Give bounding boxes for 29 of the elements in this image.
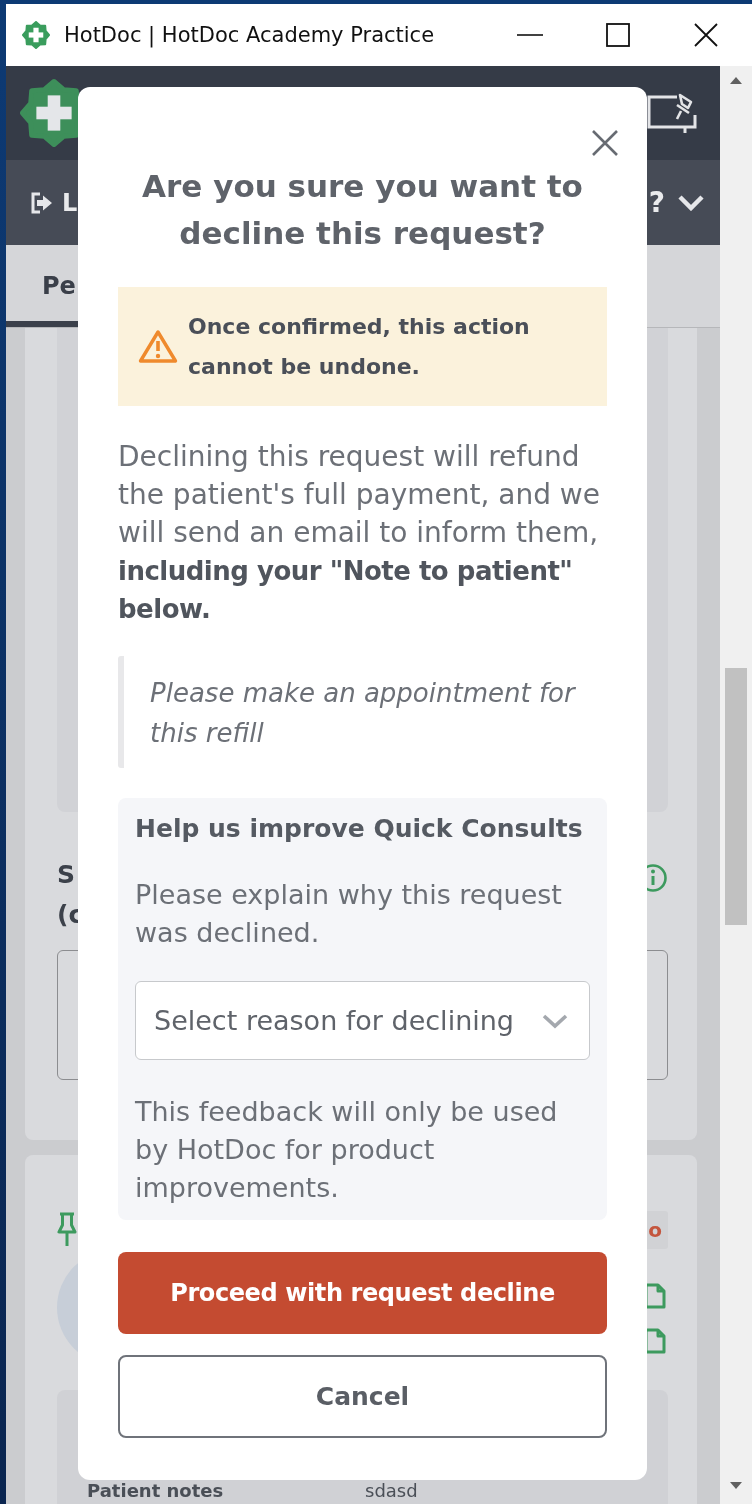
warning-text: Once confirmed, this action cannot be undone.	[188, 312, 531, 381]
dialog-title: Are you sure you want to decline this request?	[141, 167, 584, 253]
field-label: S	[57, 859, 75, 891]
feedback-heading: Help us improve Quick Consults	[135, 813, 584, 845]
scrollbar-thumb[interactable]	[725, 668, 747, 925]
maximize-icon[interactable]	[605, 22, 631, 48]
warning-icon	[138, 329, 178, 364]
pushpin-icon[interactable]	[57, 1212, 77, 1248]
pinned-window-icon[interactable]	[647, 91, 697, 135]
scrollbar-track[interactable]	[720, 66, 752, 1504]
feedback-note: This feedback will only be used by HotDoc for product improvements.	[135, 1095, 559, 1205]
dialog-button[interactable]: Proceed with request decline	[118, 1252, 607, 1334]
app-logo-icon	[22, 21, 50, 49]
window-title: HotDoc | HotDoc Academy Practice	[64, 23, 435, 47]
notes-value: sdasd	[365, 1480, 419, 1502]
logout-icon	[30, 191, 54, 214]
nav-menu-toggle[interactable]: ?	[648, 186, 705, 219]
dialog-button[interactable]: Cancel	[118, 1355, 607, 1438]
notes-label: Patient notes	[87, 1480, 225, 1502]
chevron-down-icon	[541, 1012, 569, 1029]
note-quote: Please make an appointment for this refill	[118, 656, 607, 768]
close-icon[interactable]	[693, 22, 719, 48]
chevron-down-icon	[677, 194, 705, 211]
scroll-up-arrow-icon[interactable]	[730, 77, 742, 84]
nav-link[interactable]: L	[30, 188, 78, 217]
dialog-message: Declining this request will refund the patient's full payment, and we will send an email to inform them, including your "Note to patient" below.	[118, 439, 601, 626]
scroll-down-arrow-icon[interactable]	[730, 1482, 742, 1489]
feedback-prompt: Please explain why this request was declined.	[135, 878, 563, 950]
reason-dropdown[interactable]: Select reason for declining	[135, 981, 590, 1060]
